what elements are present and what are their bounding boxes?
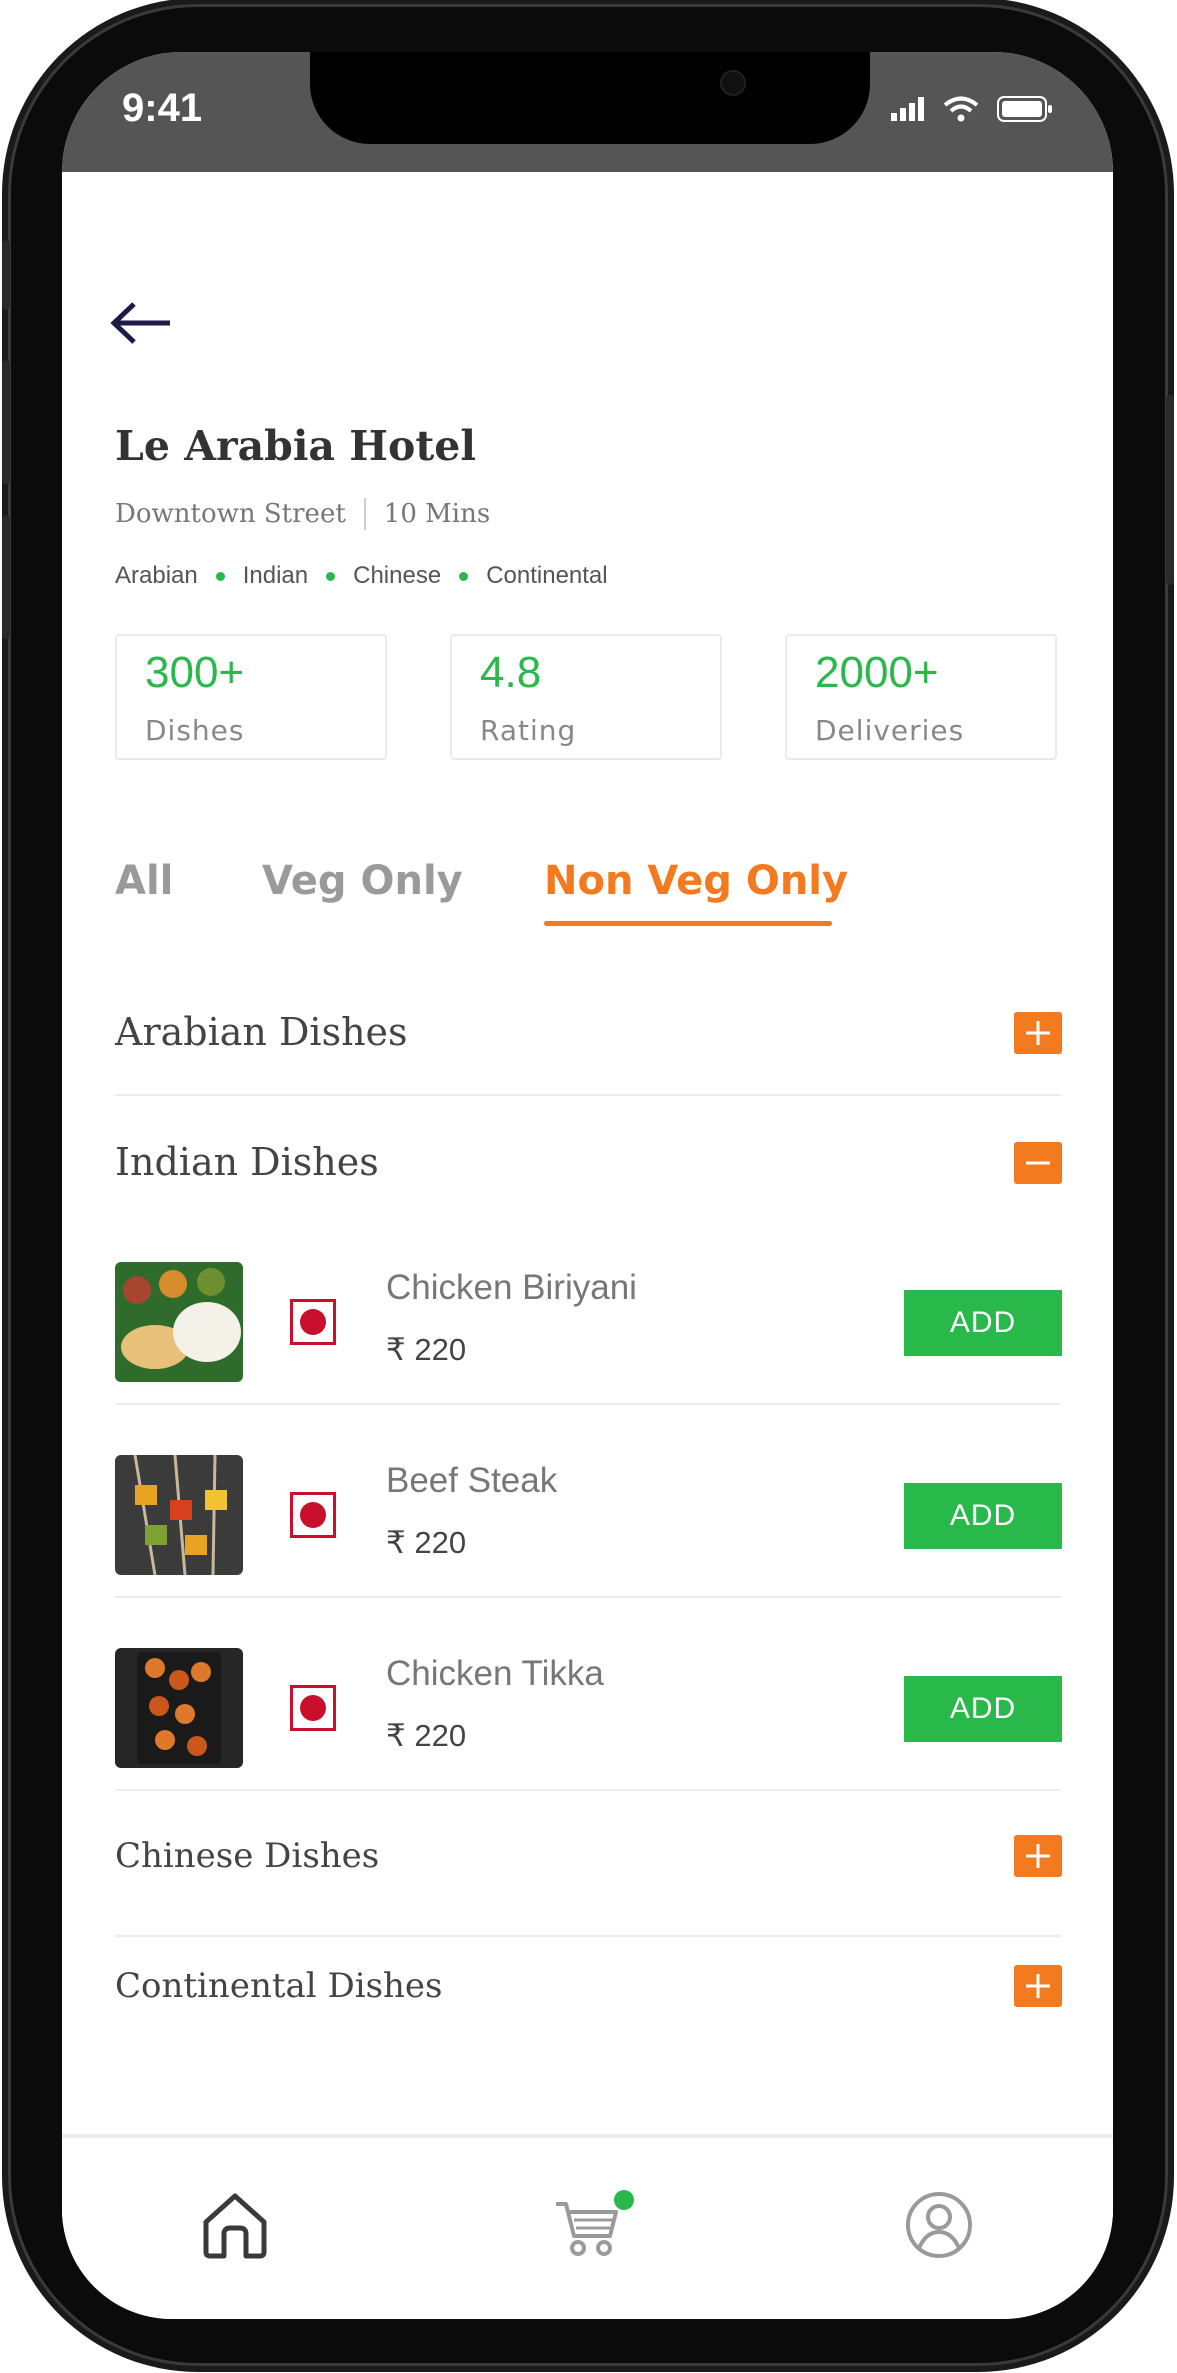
- wifi-icon: [943, 96, 979, 122]
- volume-down-button: [2, 515, 10, 639]
- tab-veg-only[interactable]: Veg Only: [262, 858, 463, 904]
- cart-badge-dot: [614, 2190, 634, 2210]
- profile-icon[interactable]: [904, 2190, 974, 2260]
- collapse-minus-icon[interactable]: [1014, 1142, 1062, 1184]
- dish-name: Chicken Tikka: [386, 1654, 604, 1693]
- screen: 9:41 Le Arabia Hotel Downtown Street 10 …: [62, 52, 1113, 2319]
- cuisine-list: Arabian Indian Chinese Continental: [115, 562, 608, 590]
- section-title-continental[interactable]: Continental Dishes: [115, 1966, 443, 2006]
- notch: [310, 52, 870, 144]
- dish-price: ₹ 220: [386, 1718, 467, 1753]
- expand-plus-icon[interactable]: [1014, 1012, 1062, 1054]
- dish-name: Beef Steak: [386, 1461, 558, 1500]
- dish-image-chicken-tikka: [115, 1648, 243, 1768]
- non-veg-icon: [290, 1685, 336, 1731]
- signal-icon: [891, 97, 924, 121]
- tab-non-veg-only[interactable]: Non Veg Only: [544, 858, 848, 904]
- restaurant-meta: Downtown Street 10 Mins: [115, 498, 490, 530]
- section-divider: [115, 1094, 1061, 1096]
- status-icons: [891, 96, 1053, 122]
- separator-dot: [215, 571, 225, 581]
- cuisine-tag: Arabian: [115, 562, 198, 589]
- meta-divider: [363, 498, 366, 530]
- stat-card-deliveries: 2000+ Deliveries: [785, 634, 1057, 760]
- stat-value: 300+: [145, 648, 245, 697]
- power-button: [1166, 395, 1174, 585]
- stat-label: Deliveries: [815, 714, 965, 747]
- stat-value: 4.8: [480, 648, 542, 697]
- camera-icon: [722, 72, 744, 94]
- stat-value: 2000+: [815, 648, 939, 697]
- dish-price: ₹ 220: [386, 1525, 467, 1560]
- add-button[interactable]: ADD: [904, 1483, 1062, 1549]
- dish-price: ₹ 220: [386, 1332, 467, 1367]
- item-divider: [115, 1596, 1061, 1598]
- stat-label: Dishes: [145, 714, 245, 747]
- cuisine-tag: Continental: [486, 562, 608, 589]
- add-button[interactable]: ADD: [904, 1290, 1062, 1356]
- item-divider: [115, 1789, 1061, 1791]
- separator-dot: [459, 571, 469, 581]
- non-veg-icon: [290, 1492, 336, 1538]
- stat-card-dishes: 300+ Dishes: [115, 634, 387, 760]
- dish-image-beef-steak: [115, 1455, 243, 1575]
- volume-up-button: [2, 360, 10, 484]
- home-icon[interactable]: [200, 2190, 270, 2260]
- cuisine-tag: Chinese: [353, 562, 442, 589]
- separator-dot: [326, 571, 336, 581]
- mute-switch: [2, 240, 10, 310]
- status-time: 9:41: [122, 86, 203, 130]
- stat-label: Rating: [480, 714, 577, 747]
- eta-label: 10 Mins: [383, 499, 491, 529]
- location-label: Downtown Street: [115, 499, 346, 529]
- add-button[interactable]: ADD: [904, 1676, 1062, 1742]
- expand-plus-icon[interactable]: [1014, 1965, 1062, 2007]
- active-tab-indicator: [544, 921, 832, 926]
- section-title-arabian[interactable]: Arabian Dishes: [115, 1010, 408, 1054]
- item-divider: [115, 1403, 1061, 1405]
- stat-card-rating: 4.8 Rating: [450, 634, 722, 760]
- cuisine-tag: Indian: [242, 562, 309, 589]
- restaurant-name: Le Arabia Hotel: [115, 422, 476, 470]
- section-divider: [115, 1935, 1061, 1937]
- non-veg-icon: [290, 1299, 336, 1345]
- dish-name: Chicken Biriyani: [386, 1268, 637, 1307]
- cart-icon[interactable]: [552, 2190, 622, 2260]
- dish-image-biriyani: [115, 1262, 243, 1382]
- battery-icon: [997, 96, 1052, 122]
- back-arrow-icon[interactable]: [110, 300, 172, 346]
- status-bar: 9:41: [62, 52, 1113, 172]
- tab-all[interactable]: All: [115, 858, 173, 904]
- section-title-chinese[interactable]: Chinese Dishes: [115, 1836, 379, 1876]
- section-title-indian[interactable]: Indian Dishes: [115, 1140, 379, 1184]
- expand-plus-icon[interactable]: [1014, 1835, 1062, 1877]
